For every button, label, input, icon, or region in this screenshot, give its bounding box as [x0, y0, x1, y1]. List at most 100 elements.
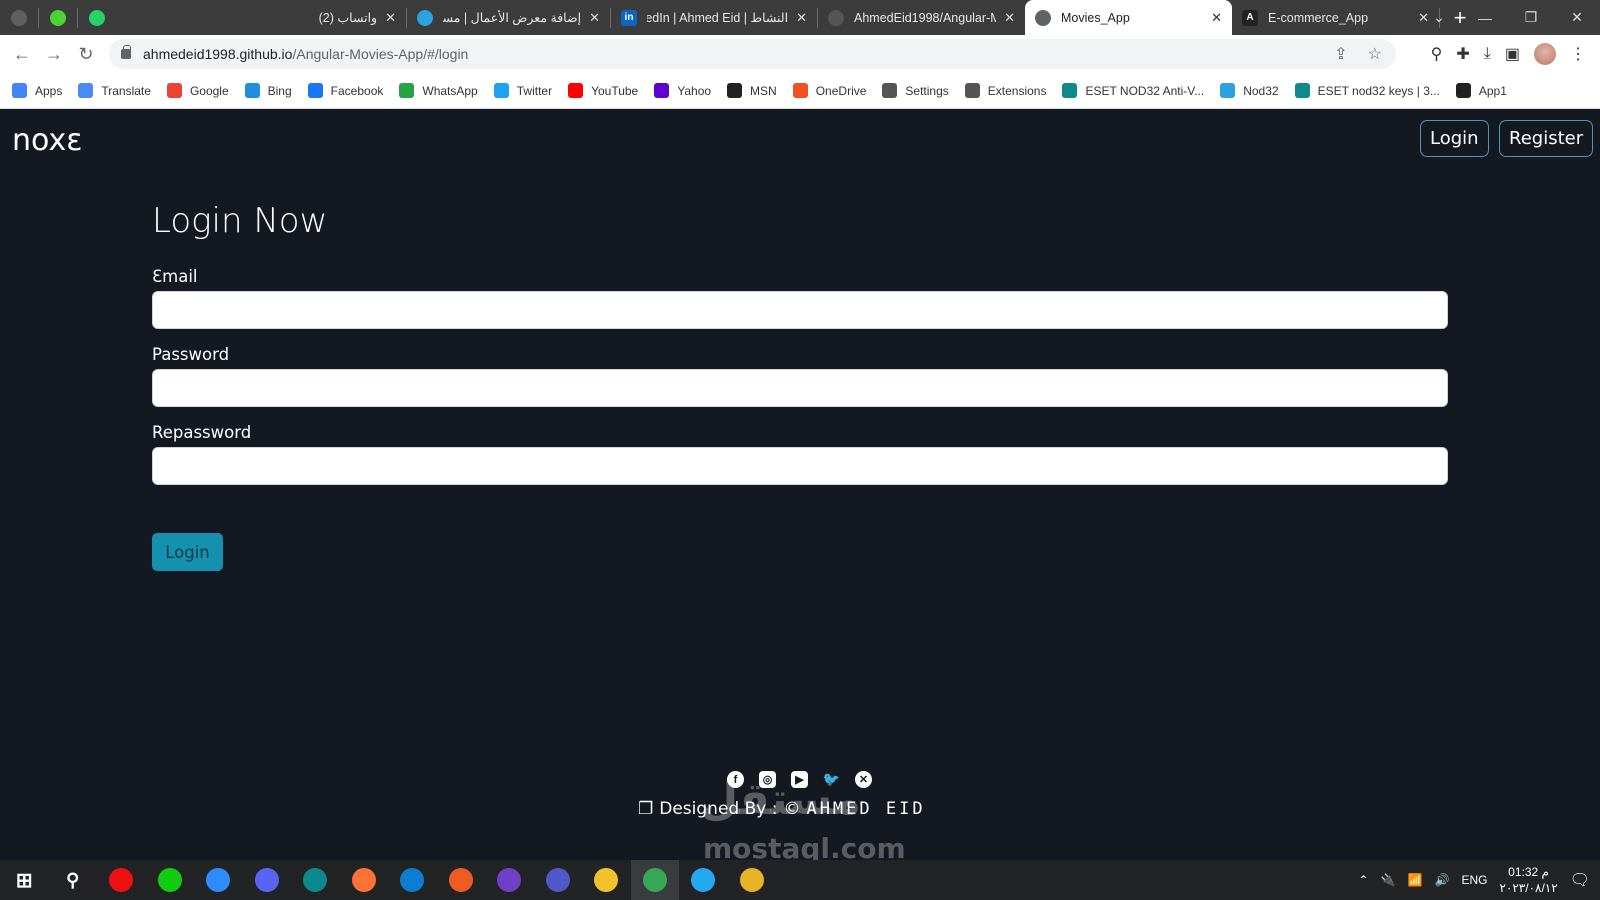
close-tab-icon[interactable]: ✕ — [1004, 10, 1015, 26]
bookmark-extensions[interactable]: Extensions — [964, 83, 1046, 98]
tab-whatsapp[interactable]: (2) واتساب ✕ — [206, 0, 406, 35]
yahoo-icon — [654, 83, 670, 98]
eset-icon — [303, 868, 328, 892]
tab-github[interactable]: AhmedEid1998/Angular-Movies-App ✕ — [818, 0, 1025, 35]
tab-mostaql[interactable]: إضافة معرض الأعمال | مستقل ✕ — [407, 0, 610, 35]
bookmark-eset-nod32-keys-3[interactable]: ESET nod32 keys | 3... — [1294, 83, 1440, 98]
close-tab-icon[interactable]: ✕ — [385, 10, 396, 26]
taskbar-sticky-tools[interactable] — [728, 860, 777, 900]
apps-grid-icon — [12, 83, 27, 98]
whatsapp-icon — [89, 9, 105, 26]
tab-movies-app[interactable]: Movies_App ✕ — [1025, 0, 1232, 35]
close-tab-icon[interactable]: ✕ — [589, 10, 600, 26]
system-tray: ⌃ 🔌 📶 🔊 ENG 01:32 م ٢٠٢٣/٠٨/١٢ 🗨 — [1359, 860, 1600, 900]
reload-button[interactable]: ↻ — [70, 44, 102, 65]
repassword-field[interactable] — [152, 447, 1448, 485]
youtube-icon[interactable]: ▶ — [791, 771, 808, 788]
minimize-button[interactable]: — — [1462, 10, 1508, 26]
wifi-icon[interactable]: 📶 — [1408, 873, 1423, 887]
xbox-icon[interactable]: ✕ — [855, 771, 872, 788]
nav-login-button[interactable]: Login — [1420, 120, 1489, 157]
bookmark-youtube[interactable]: YouTube — [568, 83, 638, 98]
login-submit-button[interactable]: Login — [152, 533, 223, 571]
tab-ecommerce[interactable]: A E-commerce_App ✕ — [1232, 0, 1439, 35]
bookmark-onedrive[interactable]: OneDrive — [792, 83, 866, 98]
bookmark-twitter[interactable]: Twitter — [493, 83, 552, 98]
download-icon[interactable]: ⤓ — [1484, 45, 1491, 63]
email-label: Ɛmail — [152, 267, 198, 286]
taskbar-postman[interactable] — [437, 860, 486, 900]
bookmark-bing[interactable]: Bing — [244, 83, 292, 98]
bing-icon — [244, 83, 260, 98]
extension-link-icon[interactable]: ⚲ — [1431, 44, 1443, 64]
tab-search-icon[interactable]: ⌄ — [1416, 9, 1462, 26]
taskbar-file-explorer[interactable] — [582, 860, 631, 900]
taskbar-discord[interactable] — [243, 860, 292, 900]
msn-icon — [727, 83, 743, 98]
bookmark-whatsapp[interactable]: WhatsApp — [399, 83, 478, 98]
taskbar-vscode[interactable] — [679, 860, 728, 900]
share-icon[interactable]: ⇪ — [1334, 44, 1347, 64]
bookmark-settings[interactable]: Settings — [882, 83, 949, 98]
pinned-tab-2[interactable] — [39, 0, 77, 35]
bookmark-google[interactable]: Google — [166, 83, 229, 98]
menu-kebab-icon[interactable]: ⋮ — [1570, 44, 1586, 64]
taskbar-recorder[interactable] — [97, 860, 146, 900]
tab-title: E-commerce_App — [1268, 10, 1369, 25]
taskbar-github-desktop[interactable] — [485, 860, 534, 900]
forward-button[interactable]: → — [38, 44, 70, 65]
facebook-icon[interactable]: f — [727, 771, 744, 788]
pinned-tab-3[interactable] — [78, 0, 116, 35]
taskbar-idm[interactable] — [146, 860, 195, 900]
bookmark-msn[interactable]: MSN — [727, 83, 777, 98]
volume-icon[interactable]: 🔊 — [1434, 873, 1449, 887]
instagram-icon[interactable]: ◎ — [759, 771, 776, 788]
close-tab-icon[interactable]: ✕ — [796, 10, 807, 26]
language-indicator[interactable]: ENG — [1461, 873, 1487, 887]
bookmark-eset-nod32-anti-v[interactable]: ESET NOD32 Anti-V... — [1062, 83, 1204, 98]
close-tab-icon[interactable]: ✕ — [1211, 10, 1222, 26]
lock-icon[interactable] — [121, 45, 131, 59]
back-button[interactable]: ← — [6, 44, 38, 65]
brand-logo[interactable]: noxɛ — [12, 123, 82, 158]
extensions-puzzle-icon[interactable]: ✚ — [1456, 44, 1469, 64]
email-field[interactable] — [152, 291, 1448, 329]
taskbar-eset[interactable] — [291, 860, 340, 900]
tab-linkedin[interactable]: in النشاط | LinkedIn | Ahmed Eid ✕ — [611, 0, 817, 35]
copy-icon: ❐ — [638, 799, 654, 819]
zoom-icon — [206, 868, 231, 892]
bookmark-yahoo[interactable]: Yahoo — [654, 83, 711, 98]
tab-title: (2) واتساب — [318, 11, 378, 25]
bookmark-star-icon[interactable]: ☆ — [1368, 44, 1382, 64]
github-icon — [828, 9, 844, 26]
twitter-icon[interactable]: 🐦 — [823, 771, 840, 788]
show-hidden-icons-chevron[interactable]: ⌃ — [1359, 873, 1369, 887]
taskbar-search[interactable]: ⚲ — [49, 860, 98, 900]
taskbar-teams[interactable] — [534, 860, 583, 900]
taskbar-zoom[interactable] — [194, 860, 243, 900]
bookmark-app1[interactable]: App1 — [1455, 83, 1507, 98]
file-explorer-icon — [594, 868, 619, 892]
side-panel-icon[interactable]: ▣ — [1505, 44, 1520, 64]
password-field[interactable] — [152, 369, 1448, 407]
bookmark-facebook[interactable]: Facebook — [307, 83, 383, 98]
profile-avatar[interactable] — [1534, 43, 1556, 65]
url-bar[interactable]: ahmedeid1998.github.io/Angular-Movies-Ap… — [109, 39, 1396, 69]
notifications-icon[interactable]: 🗨 — [1570, 870, 1590, 890]
taskbar-firefox[interactable] — [340, 860, 389, 900]
nav-register-button[interactable]: Register — [1499, 120, 1594, 157]
bookmark-nod32[interactable]: Nod32 — [1220, 83, 1279, 98]
pinned-tab-1[interactable] — [0, 0, 38, 35]
bookmark-translate[interactable]: Translate — [78, 83, 151, 98]
taskbar-start[interactable]: ⊞ — [0, 860, 49, 900]
bookmark-label: Bing — [267, 83, 292, 98]
power-icon[interactable]: 🔌 — [1381, 873, 1396, 887]
whatsapp-icon — [399, 83, 415, 98]
taskbar-chrome[interactable] — [630, 860, 679, 900]
bookmark-apps[interactable]: Apps — [12, 83, 62, 98]
clock[interactable]: 01:32 م ٢٠٢٣/٠٨/١٢ — [1499, 864, 1557, 896]
author-name: AHMED EID — [806, 799, 926, 819]
taskbar-edge[interactable] — [388, 860, 437, 900]
restore-button[interactable]: ❐ — [1508, 9, 1554, 26]
close-window-button[interactable]: ✕ — [1554, 9, 1600, 26]
